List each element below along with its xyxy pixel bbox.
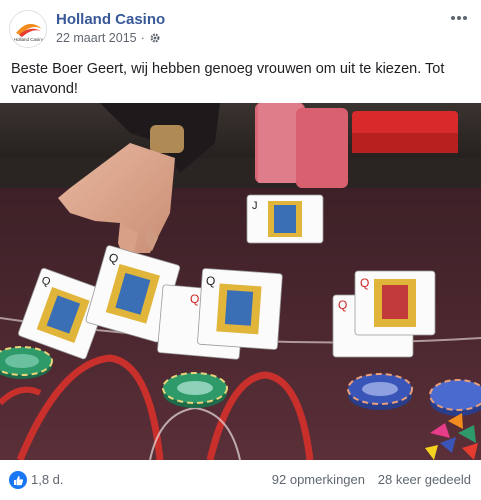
shares-count[interactable]: 28 keer gedeeld <box>378 472 471 487</box>
page-name-link[interactable]: Holland Casino <box>56 11 165 28</box>
post-meta: 22 maart 2015 · <box>56 31 161 45</box>
avatar-logo-text: Holland Casino <box>14 37 45 42</box>
post-message: Beste Boer Geert, wij hebben genoeg vrou… <box>11 61 445 97</box>
svg-text:Q: Q <box>190 292 199 306</box>
card-queen-spades-middle: Q <box>197 268 283 350</box>
more-options-icon[interactable] <box>447 6 471 30</box>
post-footer: 1,8 d. 92 opmerkingen 28 keer gedeeld <box>0 460 481 500</box>
facebook-post: Holland Casino Holland Casino 22 maart 2… <box>0 0 481 500</box>
chip-blue-right <box>347 373 413 410</box>
post-photo[interactable]: J Q Q Q Q Q Q <box>0 103 481 460</box>
card-jack-top: J <box>246 194 324 244</box>
svg-text:Q: Q <box>206 274 215 288</box>
svg-text:Q: Q <box>338 298 347 312</box>
post-date[interactable]: 22 maart 2015 <box>56 31 137 45</box>
like-reaction-icon[interactable] <box>9 471 27 489</box>
holland-casino-logo-icon: Holland Casino <box>10 11 46 47</box>
chip-blue-far-right <box>429 379 481 416</box>
page-avatar[interactable]: Holland Casino <box>9 10 47 48</box>
reactions-count[interactable]: 1,8 d. <box>31 472 64 487</box>
gear-icon[interactable] <box>149 32 161 44</box>
chip-green-left <box>0 346 53 379</box>
svg-text:J: J <box>252 200 258 212</box>
meta-separator: · <box>140 31 145 45</box>
comments-count[interactable]: 92 opmerkingen <box>272 472 365 487</box>
chip-green-center <box>162 372 228 408</box>
svg-text:Q: Q <box>360 276 369 290</box>
